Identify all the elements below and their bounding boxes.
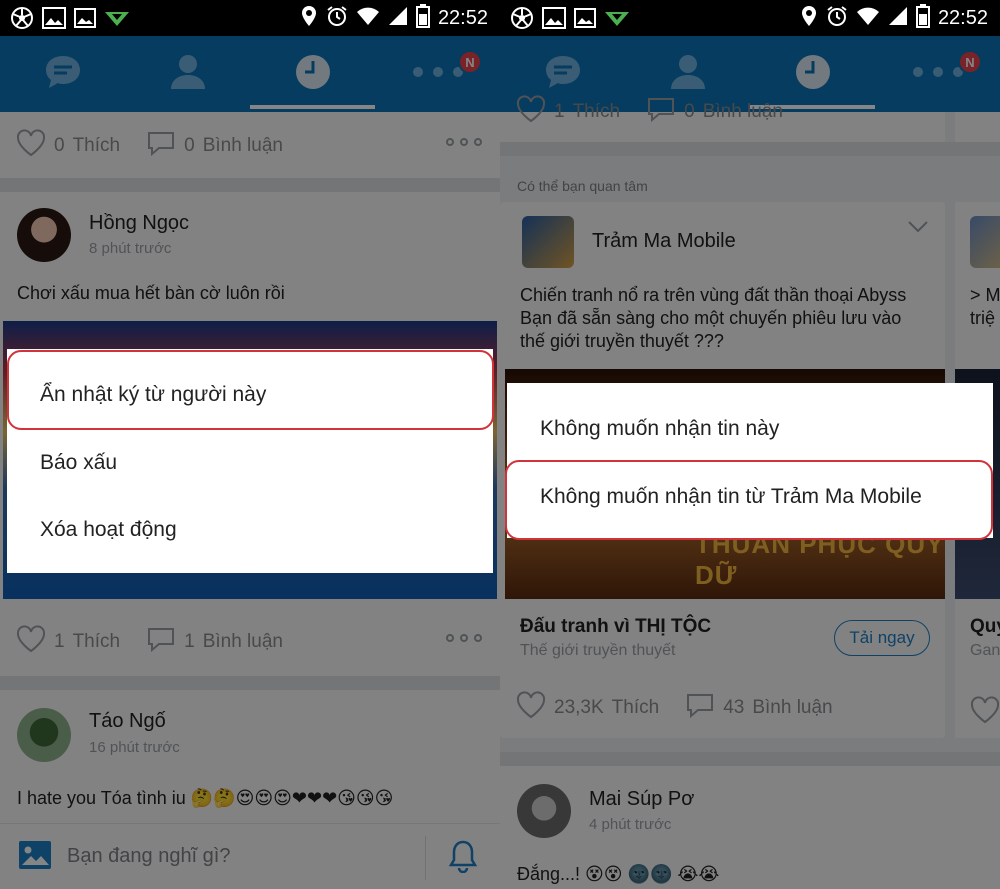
signal-icon: [388, 6, 408, 31]
menu-item-report[interactable]: Báo xấu: [7, 451, 493, 475]
download-icon: [604, 8, 630, 33]
gallery-icon: [542, 7, 566, 34]
alarm-icon: [826, 5, 848, 32]
alarm-icon: [326, 5, 348, 32]
highlight-outline: [7, 350, 494, 430]
download-icon: [104, 8, 130, 33]
status-bar: 22:52: [0, 0, 500, 36]
highlight-outline: [505, 460, 993, 540]
clock-time: 22:52: [937, 7, 988, 29]
image-icon: [574, 8, 596, 33]
signal-icon: [888, 6, 908, 31]
image-icon: [74, 8, 96, 33]
location-icon: [800, 5, 818, 32]
status-bar: 22:52: [500, 0, 1000, 36]
app-notification-icon: [510, 6, 534, 35]
wifi-icon: [856, 6, 880, 31]
battery-icon: [415, 4, 430, 33]
battery-icon: [915, 4, 930, 33]
clock-time: 22:52: [437, 7, 488, 29]
wifi-icon: [356, 6, 380, 31]
menu-item-mute-this[interactable]: Không muốn nhận tin này: [507, 417, 993, 441]
right-screenshot: 22:52 N 1 Thích 0 Bình luận Có thể bạn q…: [500, 0, 1000, 889]
gallery-icon: [42, 7, 66, 34]
app-notification-icon: [10, 6, 34, 35]
location-icon: [300, 5, 318, 32]
left-screenshot: 22:52 N 0 Thích 0 Bình luận Hồng Ngọc 8 …: [0, 0, 500, 889]
menu-item-delete-activity[interactable]: Xóa hoạt động: [7, 518, 493, 542]
